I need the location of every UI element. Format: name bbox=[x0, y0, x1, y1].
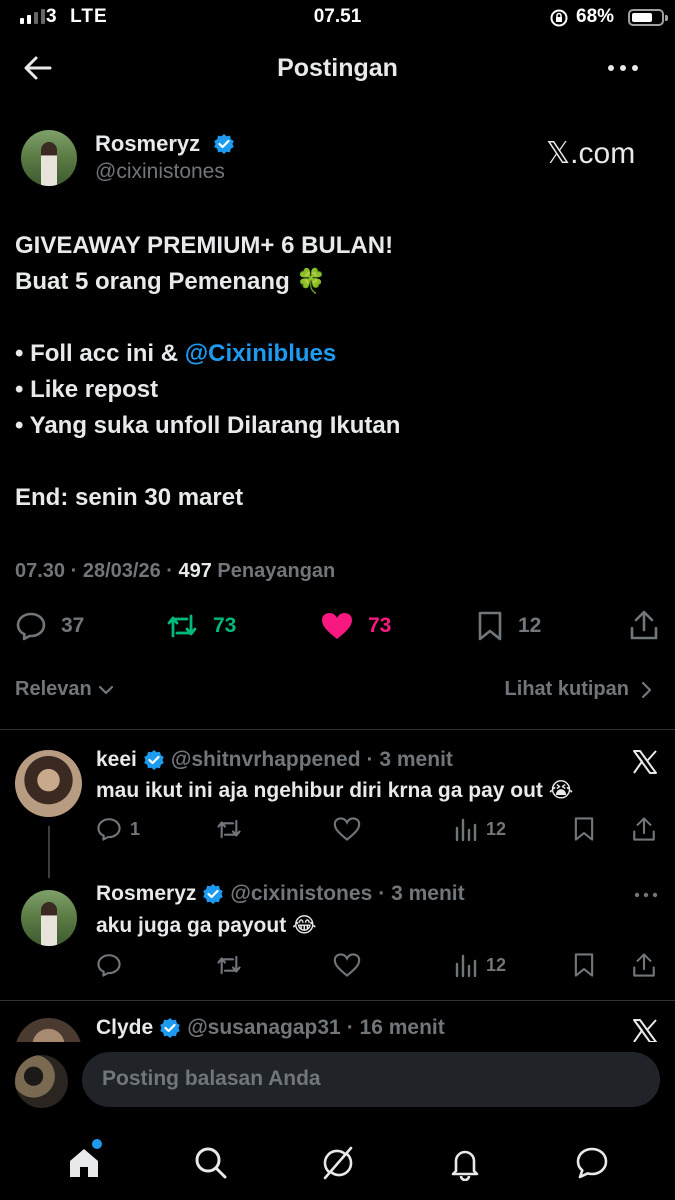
reply-views-button[interactable]: 12 bbox=[454, 952, 506, 978]
x-logo-icon bbox=[631, 748, 659, 776]
x-logo-icon bbox=[631, 1017, 659, 1045]
heart-icon bbox=[322, 613, 352, 639]
views-label[interactable]: Penayangan bbox=[217, 560, 335, 582]
reply-author-handle[interactable]: @shitnvrhappened bbox=[171, 748, 361, 772]
search-icon bbox=[195, 1147, 226, 1178]
repost-button[interactable]: 73 bbox=[165, 610, 236, 642]
chevron-right-icon bbox=[641, 681, 652, 698]
repost-icon[interactable] bbox=[215, 816, 243, 842]
author-avatar[interactable] bbox=[21, 130, 77, 186]
my-avatar bbox=[15, 1055, 68, 1108]
post-bullet-3: • Yang suka unfoll Dilarang Ikutan bbox=[15, 412, 401, 439]
mention-link[interactable]: @Cixiniblues bbox=[185, 340, 336, 367]
reply-author-name[interactable]: keei bbox=[96, 748, 137, 772]
bookmark-icon bbox=[478, 611, 502, 641]
post-end-line: End: senin 30 maret bbox=[15, 484, 244, 511]
author-name[interactable]: Rosmeryz bbox=[95, 131, 200, 157]
view-quotes-link[interactable]: Lihat kutipan bbox=[505, 678, 653, 701]
reply-time: · 3 menit bbox=[366, 748, 453, 771]
grok-icon bbox=[323, 1146, 352, 1179]
share-icon[interactable] bbox=[631, 951, 657, 979]
reply-icon[interactable] bbox=[96, 952, 122, 978]
post-bullet-2: • Like repost bbox=[15, 376, 159, 403]
verified-badge-icon bbox=[203, 884, 224, 904]
notifications-icon bbox=[451, 1150, 478, 1181]
repost-icon bbox=[167, 614, 197, 638]
nav-home[interactable] bbox=[54, 1133, 114, 1193]
more-options-icon[interactable] bbox=[634, 890, 658, 900]
reply-button[interactable]: 37 bbox=[15, 610, 84, 642]
post-line-1: GIVEAWAY PREMIUM+ 6 BULAN! bbox=[15, 232, 394, 259]
reply-author-handle[interactable]: @susanagap31 bbox=[187, 1016, 341, 1040]
reply-text: aku juga ga payout 😂 bbox=[96, 914, 317, 937]
post-date: 28/03/26 bbox=[82, 560, 161, 582]
messages-icon bbox=[576, 1147, 607, 1178]
chevron-down-icon bbox=[98, 685, 113, 694]
thread-line bbox=[48, 826, 50, 878]
reply-header: Rosmeryz @cixinistones · 3 menit bbox=[96, 882, 465, 906]
repost-count: 73 bbox=[213, 614, 237, 637]
reply-views-button[interactable]: 12 bbox=[454, 816, 506, 842]
notification-dot bbox=[91, 1138, 102, 1149]
battery-icon bbox=[628, 9, 668, 26]
like-count: 73 bbox=[368, 614, 392, 637]
reply-reply-count: 1 bbox=[130, 818, 141, 839]
rotation-lock-icon bbox=[550, 9, 568, 27]
bookmark-icon[interactable] bbox=[572, 816, 596, 842]
verified-badge-icon bbox=[213, 133, 235, 155]
post-time: 07.30 bbox=[15, 560, 66, 582]
like-button[interactable]: 73 bbox=[320, 610, 391, 642]
battery-percent: 68% bbox=[576, 6, 615, 27]
post-meta: 07.30 · 28/03/26 · 497 Penayangan bbox=[15, 560, 336, 582]
reply-time: · 16 menit bbox=[346, 1016, 445, 1039]
x-com-label[interactable]: 𝕏.com bbox=[546, 136, 635, 171]
reply-author-handle[interactable]: @cixinistones bbox=[230, 882, 372, 906]
home-icon bbox=[69, 1148, 98, 1177]
heart-icon[interactable] bbox=[333, 816, 361, 842]
post-bullet-1: • Foll acc ini & @Cixiniblues bbox=[15, 340, 337, 367]
divider bbox=[0, 1000, 675, 1001]
reply-views-count: 12 bbox=[486, 954, 507, 975]
sort-dropdown[interactable]: Relevan bbox=[15, 678, 116, 701]
reply-header: Clyde @susanagap31 · 16 menit bbox=[96, 1016, 445, 1040]
reply-input[interactable]: Posting balasan Anda bbox=[82, 1052, 660, 1107]
reply-icon bbox=[16, 612, 46, 641]
nav-notifications[interactable] bbox=[435, 1133, 495, 1193]
verified-badge-icon bbox=[144, 750, 164, 770]
bottom-nav bbox=[0, 1125, 675, 1200]
nav-messages[interactable] bbox=[562, 1133, 622, 1193]
reply-author-name[interactable]: Rosmeryz bbox=[96, 882, 196, 906]
bookmark-button[interactable]: 12 bbox=[476, 610, 541, 642]
verified-badge-icon bbox=[160, 1018, 180, 1038]
more-options-icon[interactable] bbox=[606, 60, 640, 76]
views-chart-icon bbox=[455, 954, 477, 978]
divider bbox=[0, 729, 675, 730]
author-handle[interactable]: @cixinistones bbox=[95, 160, 225, 184]
bookmark-icon[interactable] bbox=[572, 952, 596, 978]
bookmark-count: 12 bbox=[518, 614, 542, 637]
reply-header: keei @shitnvrhappened · 3 menit bbox=[96, 748, 453, 772]
views-count: 497 bbox=[178, 560, 212, 582]
nav-grok[interactable] bbox=[308, 1133, 368, 1193]
reply-avatar[interactable] bbox=[21, 890, 77, 946]
reply-avatar[interactable] bbox=[15, 750, 82, 817]
clock: 07.51 bbox=[313, 6, 362, 27]
heart-icon[interactable] bbox=[333, 952, 361, 978]
status-bar: 3 LTE 07.51 68% bbox=[0, 0, 675, 36]
repost-icon[interactable] bbox=[215, 952, 243, 978]
reply-reply-button[interactable]: 1 bbox=[96, 816, 140, 842]
reply-views-count: 12 bbox=[486, 818, 507, 839]
nav-search[interactable] bbox=[181, 1133, 241, 1193]
post-line-2: Buat 5 orang Pemenang 🍀 bbox=[15, 268, 327, 295]
reply-icon bbox=[97, 818, 121, 841]
page-title: Postingan bbox=[277, 54, 398, 82]
views-chart-icon bbox=[455, 818, 477, 842]
reply-time: · 3 menit bbox=[378, 882, 465, 905]
reply-author-name[interactable]: Clyde bbox=[96, 1016, 153, 1040]
share-icon[interactable] bbox=[631, 815, 657, 843]
reply-count: 37 bbox=[61, 614, 85, 637]
reply-text: mau ikut ini aja ngehibur diri krna ga p… bbox=[96, 779, 574, 802]
share-icon[interactable] bbox=[628, 608, 660, 642]
